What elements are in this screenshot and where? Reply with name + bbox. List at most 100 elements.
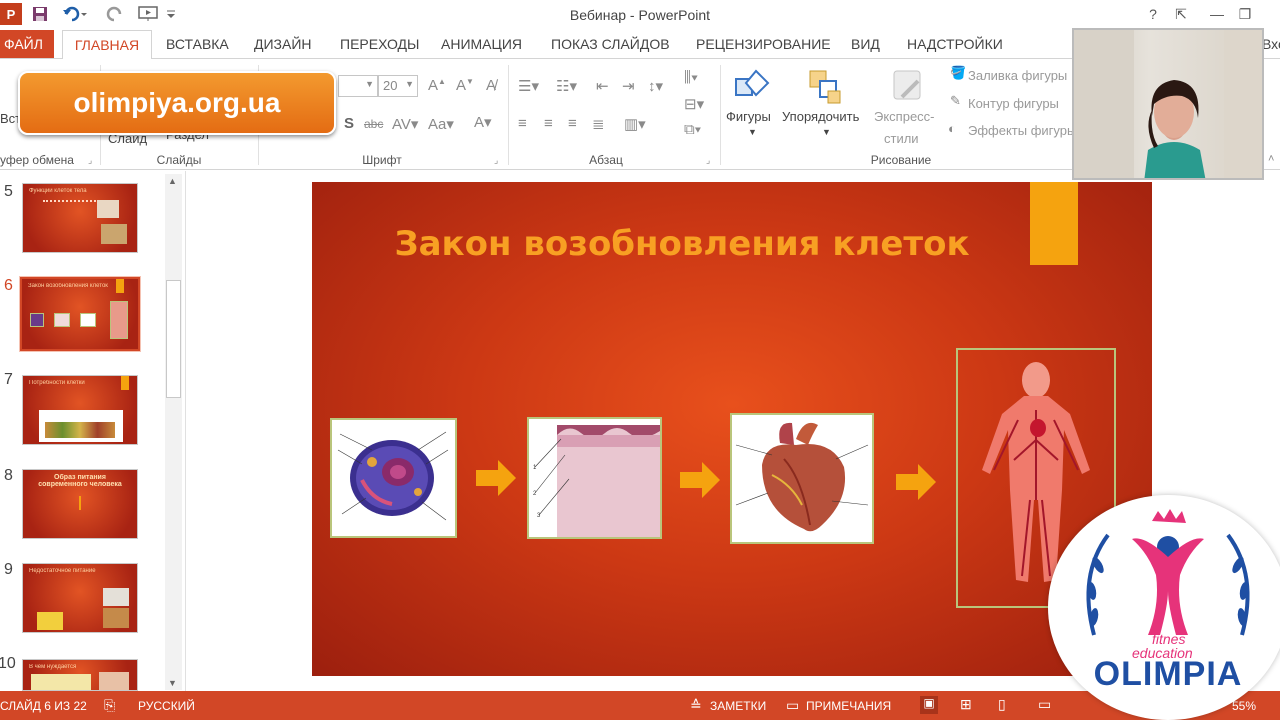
tab-addins[interactable]: НАДСТРОЙКИ [907, 34, 1003, 58]
align-right-icon[interactable]: ≡ [568, 115, 577, 132]
shapes-button[interactable]: Фигуры [726, 109, 771, 124]
quick-styles-icon[interactable] [888, 67, 928, 107]
scrollbar-thumb[interactable] [166, 280, 181, 398]
scroll-up-icon[interactable]: ▲ [168, 176, 177, 186]
line-spacing-icon[interactable]: ↕▾ [648, 77, 663, 95]
notes-button[interactable]: ЗАМЕТКИ [710, 699, 766, 713]
shapes-icon[interactable] [734, 67, 774, 107]
slide-thumbnail[interactable]: В чем нуждается [22, 659, 138, 691]
quick-styles-button-line1[interactable]: Экспресс- [874, 109, 935, 124]
increase-indent-icon[interactable]: ⇥ [622, 77, 635, 95]
scroll-down-icon[interactable]: ▼ [168, 678, 177, 688]
tab-transitions[interactable]: ПЕРЕХОДЫ [340, 34, 419, 58]
language-indicator[interactable]: РУССКИЙ [138, 699, 195, 713]
shape-outline-button[interactable]: Контур фигуры [968, 96, 1059, 111]
clear-formatting-icon[interactable]: A̸ [486, 77, 496, 94]
tab-design[interactable]: ДИЗАЙН [254, 34, 312, 58]
tab-slideshow[interactable]: ПОКАЗ СЛАЙДОВ [551, 34, 670, 58]
quick-styles-button-line2[interactable]: стили [884, 131, 919, 146]
spellcheck-icon[interactable]: ⎘ [104, 697, 115, 714]
justify-icon[interactable]: ≣ [592, 115, 605, 133]
tab-insert[interactable]: ВСТАВКА [166, 34, 229, 58]
olimpia-logo: fitnes education OLIMPIA [1048, 495, 1280, 720]
thumbnail-number: 10 [0, 655, 16, 672]
strikethrough-icon[interactable]: abc [364, 117, 383, 131]
slideshow-view-icon[interactable]: ▭ [1038, 696, 1051, 713]
comments-button[interactable]: ПРИМЕЧАНИЯ [806, 699, 891, 713]
slide-thumbnail[interactable]: Потребности клетки [22, 375, 138, 445]
cell-image[interactable] [330, 418, 457, 538]
dialog-launcher-icon[interactable]: ⌟ [88, 155, 92, 166]
window-title: Вебинар - PowerPoint [569, 7, 711, 23]
align-left-icon[interactable]: ≡ [518, 115, 527, 132]
dropdown-arrow-icon[interactable]: ▼ [822, 127, 831, 137]
shrink-font-icon[interactable]: A▼ [456, 77, 474, 94]
ribbon-display-options-button[interactable]: ⇱ [1168, 3, 1194, 25]
thumbnail-image [103, 608, 129, 628]
collapse-ribbon-icon[interactable]: ˄ [1268, 153, 1274, 165]
character-spacing-icon[interactable]: AV▾ [392, 115, 418, 133]
heart-image[interactable] [730, 413, 874, 544]
slide-sorter-icon[interactable]: ⊞ [960, 696, 972, 713]
food-photo [45, 422, 115, 438]
arrange-button[interactable]: Упорядочить [782, 109, 859, 124]
tab-home[interactable]: ГЛАВНАЯ [62, 30, 152, 59]
sign-in-link[interactable]: Вхо [1262, 34, 1280, 58]
thumbnail-title: Потребности клетки [29, 380, 85, 386]
font-name-dropdown[interactable]: ▼ [338, 75, 378, 97]
thumbnail-title: Закон возобновления клеток [28, 283, 108, 289]
tab-animations[interactable]: АНИМАЦИЯ [441, 34, 522, 58]
font-group-label: Шрифт [362, 153, 402, 167]
reading-view-icon[interactable]: ▯ [998, 696, 1006, 713]
text-direction-icon[interactable]: ⫼▾ [684, 69, 698, 86]
shape-effects-button[interactable]: Эффекты фигуры [968, 123, 1076, 138]
bullets-icon[interactable]: ☰▾ [518, 77, 539, 95]
dialog-launcher-icon[interactable]: ⌟ [706, 155, 710, 166]
slide-thumbnail-selected[interactable]: Закон возобновления клеток [19, 276, 141, 352]
help-button[interactable]: ? [1140, 3, 1166, 25]
font-color-icon[interactable]: A▾ [474, 113, 492, 131]
align-center-icon[interactable]: ≡ [544, 115, 553, 132]
thumbnail-title: Недостаточное питание [29, 568, 96, 574]
dialog-launcher-icon[interactable]: ⌟ [494, 155, 498, 166]
normal-view-icon[interactable]: ▣ [920, 696, 938, 714]
font-size-input[interactable]: 20 ▼ [378, 75, 418, 97]
tab-file[interactable]: ФАЙЛ [0, 30, 54, 58]
slide-thumbnail[interactable]: Образ питания современного человека [22, 469, 138, 539]
grow-font-icon[interactable]: A▲ [428, 77, 446, 94]
thumbnail-accent-bar [116, 279, 124, 293]
heart-diagram-icon [732, 415, 872, 542]
thumbnails-scrollbar[interactable]: ▲ ▼ [165, 174, 182, 690]
arrow-right-icon [476, 460, 516, 496]
thumbnail-image [99, 672, 129, 690]
columns-icon[interactable]: ▥▾ [624, 115, 646, 133]
thumbnail-image [37, 612, 63, 630]
slide-thumbnail[interactable]: Недостаточное питание [22, 563, 138, 633]
tab-review[interactable]: РЕЦЕНЗИРОВАНИЕ [696, 34, 831, 58]
minimize-button[interactable]: — [1204, 3, 1230, 25]
shadow-text-icon[interactable]: S [344, 115, 354, 132]
logo-wordmark: OLIMPIA [1093, 655, 1243, 693]
align-text-icon[interactable]: ⊟▾ [684, 95, 704, 113]
change-case-icon[interactable]: Aa▾ [428, 115, 454, 133]
paragraph-group-label: Абзац [589, 153, 623, 167]
slide-counter[interactable]: СЛАЙД 6 ИЗ 22 [0, 699, 87, 713]
drawing-group-label: Рисование [870, 153, 932, 167]
notes-icon: ≙ [690, 697, 702, 713]
tab-view[interactable]: ВИД [851, 34, 880, 58]
decrease-indent-icon[interactable]: ⇤ [596, 77, 609, 95]
slide-thumbnail[interactable]: Функции клеток тела [22, 183, 138, 253]
tissue-diagram-icon: 1 2 3 [529, 419, 660, 537]
comments-icon: ▭ [786, 697, 800, 713]
numbering-icon[interactable]: ☷▾ [556, 77, 577, 95]
zoom-level[interactable]: 55% [1232, 699, 1256, 713]
maximize-button[interactable]: ❐ [1232, 3, 1258, 25]
presenter-video-icon [1074, 30, 1262, 178]
slide-canvas[interactable]: Закон возобновления клеток 1 2 3 [312, 182, 1152, 676]
shape-fill-button[interactable]: Заливка фигуры [968, 68, 1067, 83]
convert-smartart-icon[interactable]: ⧉▾ [684, 121, 701, 138]
dropdown-arrow-icon[interactable]: ▼ [748, 127, 757, 137]
slide-title[interactable]: Закон возобновления клеток [312, 224, 1052, 264]
arrange-icon[interactable] [806, 67, 846, 107]
tissue-image[interactable]: 1 2 3 [527, 417, 662, 539]
